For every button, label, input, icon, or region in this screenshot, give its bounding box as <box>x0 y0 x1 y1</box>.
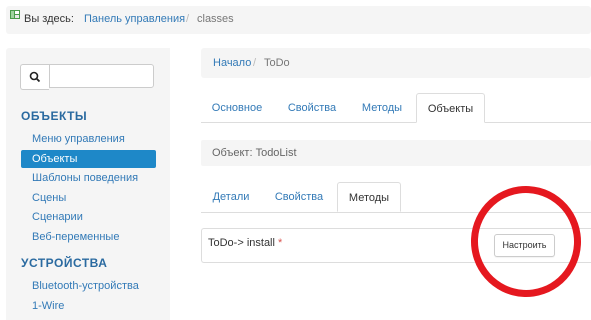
annotation-circle <box>463 178 589 305</box>
breadcrumb-home-link[interactable]: Начало <box>213 57 251 69</box>
sidebar-item-1wire[interactable]: 1-Wire <box>21 297 156 315</box>
sidebar-item-behavior-templates[interactable]: Шаблоны поведения <box>21 169 156 187</box>
you-are-here-label: Вы здесь: <box>24 13 74 25</box>
control-panel-icon <box>10 10 20 19</box>
search-button[interactable] <box>20 64 49 90</box>
breadcrumb-separator: / <box>186 13 190 25</box>
sidebar-item-control-menu[interactable]: Меню управления <box>21 130 156 148</box>
subtab-properties[interactable]: Свойства <box>265 182 333 212</box>
search-box <box>20 64 156 90</box>
search-input[interactable] <box>49 64 154 88</box>
sidebar-item-scripts[interactable]: Сценарии <box>21 208 156 226</box>
subtab-methods[interactable]: Методы <box>337 182 401 212</box>
section-title-objects: ОБЪЕКТЫ <box>21 109 88 123</box>
breadcrumb <box>201 48 591 78</box>
breadcrumb-current: ToDo <box>264 57 290 69</box>
object-label: Объект: TodoList <box>212 147 297 159</box>
subtab-details[interactable]: Детали <box>201 182 261 212</box>
breadcrumb-separator: / <box>253 57 257 69</box>
sidebar-item-scenes[interactable]: Сцены <box>21 189 156 207</box>
current-page-label: classes <box>197 13 234 25</box>
tab-general[interactable]: Основное <box>201 93 273 123</box>
tab-properties[interactable]: Свойства <box>277 93 347 123</box>
required-mark: * <box>278 237 283 249</box>
tab-methods[interactable]: Методы <box>350 93 414 123</box>
sidebar-item-web-variables[interactable]: Веб-переменные <box>21 228 156 246</box>
method-name-text: ToDo-> install <box>208 237 275 249</box>
sidebar-item-objects[interactable]: Объекты <box>21 150 156 168</box>
method-name: ToDo-> install * <box>208 237 282 249</box>
search-icon <box>29 71 41 83</box>
tab-objects[interactable]: Объекты <box>416 93 485 123</box>
sidebar-item-bluetooth[interactable]: Bluetooth-устройства <box>21 277 156 295</box>
section-title-devices: УСТРОЙСТВА <box>21 256 108 270</box>
control-panel-link[interactable]: Панель управления <box>84 13 185 25</box>
